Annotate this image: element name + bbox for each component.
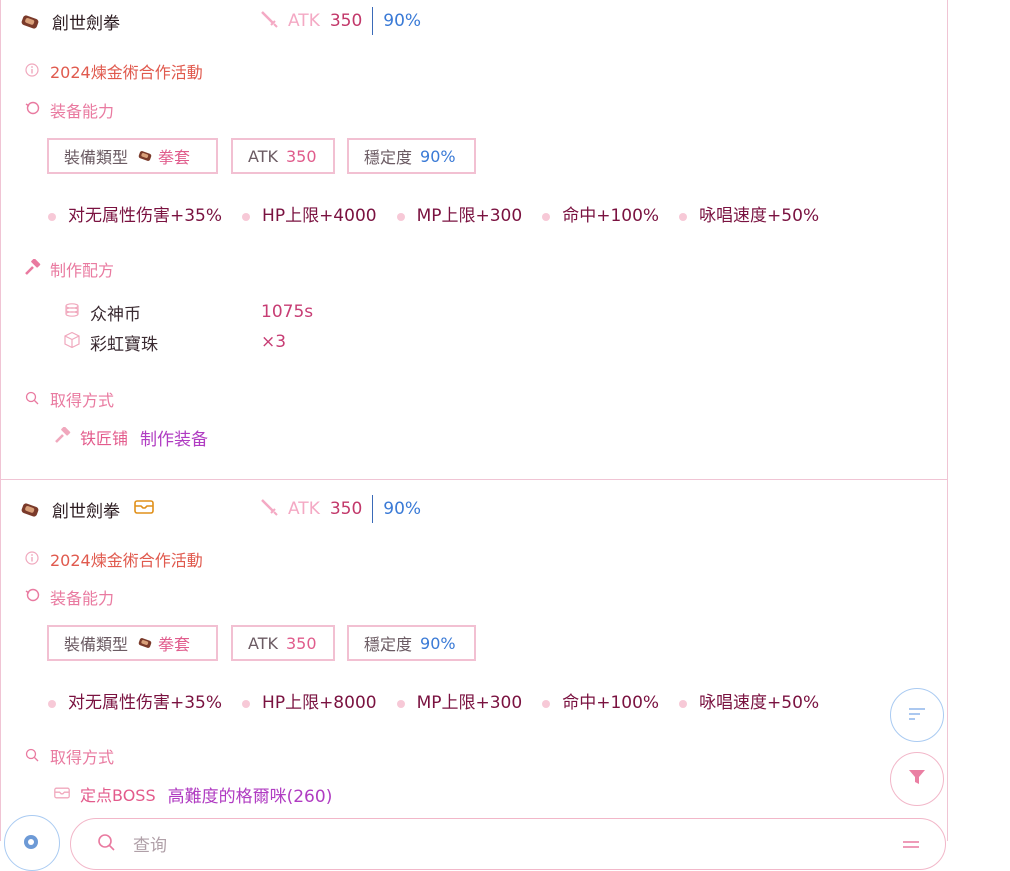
menu-icon[interactable] — [901, 837, 921, 856]
ability-section-title: 装备能力 — [50, 589, 115, 608]
fist-weapon-icon — [138, 634, 152, 653]
hammer-icon — [23, 257, 41, 280]
source-label: 铁匠铺 — [80, 429, 129, 448]
atk-box: ATK 350 — [231, 138, 335, 174]
fist-weapon-icon — [21, 502, 39, 517]
material-value: 1075s — [261, 302, 314, 322]
coins-icon — [63, 302, 81, 322]
stat-item: 命中+100% — [542, 688, 659, 713]
event-tag[interactable]: 2024煉金術合作活動 — [50, 59, 203, 83]
sword-icon — [260, 498, 278, 520]
settings-button[interactable] — [4, 815, 60, 871]
stability-box-value: 90% — [420, 146, 456, 166]
source-link[interactable]: 制作装备 — [140, 425, 208, 450]
source-link[interactable]: 高難度的格爾咪(260) — [168, 782, 333, 807]
stat-item: 咏唱速度+50% — [679, 688, 819, 713]
event-tag[interactable]: 2024煉金術合作活動 — [50, 547, 203, 571]
stat-item: HP上限+8000 — [242, 688, 377, 713]
atk-value: 350 — [329, 11, 363, 31]
item-name[interactable]: 創世劍拳 — [52, 497, 120, 522]
stability-box-label: 穩定度 — [364, 148, 413, 167]
material-value: ×3 — [261, 332, 287, 352]
divider — [372, 7, 374, 35]
stability-box: 穩定度 90% — [347, 138, 476, 174]
recipe-section-title: 制作配方 — [50, 261, 115, 280]
search-icon — [23, 747, 41, 766]
type-value: 拳套 — [158, 635, 191, 654]
atk-label: ATK — [288, 11, 320, 31]
item-name[interactable]: 創世劍拳 — [52, 9, 120, 34]
type-value: 拳套 — [158, 148, 191, 167]
fist-weapon-icon — [21, 14, 39, 29]
atk-box-value: 350 — [285, 146, 317, 166]
atk-box: ATK 350 — [231, 625, 335, 661]
search-bar[interactable]: 查询 — [70, 818, 946, 870]
stability-box-value: 90% — [420, 633, 456, 653]
source-label: 定点BOSS — [80, 786, 156, 805]
stability-box: 穩定度 90% — [347, 625, 476, 661]
search-icon — [23, 390, 41, 409]
search-icon — [97, 833, 115, 855]
ability-icon — [23, 587, 41, 607]
search-input[interactable]: 查询 — [133, 831, 167, 856]
stat-list: 对无属性伤害+35% HP上限+8000 MP上限+300 命中+100% 咏唱… — [48, 687, 839, 713]
hammer-icon — [53, 425, 71, 448]
type-label: 裝備類型 — [64, 635, 129, 654]
sort-button[interactable] — [890, 688, 944, 742]
material-name: 众神币 — [90, 304, 141, 325]
stat-item: 命中+100% — [542, 201, 659, 226]
stability-value: 90% — [383, 11, 422, 31]
ability-icon — [23, 100, 41, 120]
atk-box-label: ATK — [248, 146, 278, 166]
cube-icon — [63, 331, 81, 353]
sword-icon — [260, 10, 278, 32]
info-icon — [23, 550, 41, 569]
stat-list: 对无属性伤害+35% HP上限+4000 MP上限+300 命中+100% 咏唱… — [48, 200, 839, 226]
atk-value: 350 — [329, 499, 363, 519]
stat-item: MP上限+300 — [396, 688, 522, 713]
stat-item: 对无属性伤害+35% — [48, 688, 222, 713]
filter-icon — [907, 767, 927, 791]
type-box: 裝備類型 拳套 — [47, 625, 218, 661]
gear-icon — [19, 830, 43, 858]
atk-box-value: 350 — [285, 633, 317, 653]
stability-box-label: 穩定度 — [364, 635, 413, 654]
info-icon — [23, 62, 41, 81]
stat-item: MP上限+300 — [396, 201, 522, 226]
atk-box-label: ATK — [248, 633, 278, 653]
ability-section-title: 装备能力 — [50, 102, 115, 121]
material-name: 彩虹寶珠 — [90, 334, 158, 355]
source-section-title: 取得方式 — [50, 391, 115, 410]
stability-value: 90% — [383, 499, 422, 519]
divider — [372, 495, 374, 523]
stat-item: HP上限+4000 — [242, 201, 377, 226]
mailbox-icon — [53, 785, 71, 804]
stat-item: 咏唱速度+50% — [679, 201, 819, 226]
fist-weapon-icon — [138, 147, 152, 166]
stat-item: 对无属性伤害+35% — [48, 201, 222, 226]
mailbox-icon — [134, 499, 154, 519]
filter-button[interactable] — [890, 752, 944, 806]
type-box: 裝備類型 拳套 — [47, 138, 218, 174]
card-divider — [1, 479, 948, 480]
sort-icon — [907, 706, 927, 725]
type-label: 裝備類型 — [64, 148, 129, 167]
item-list-page: 創世劍拳 ATK 350 90% 2024煉金術合作活動 装备能力 裝備類型 拳… — [0, 0, 948, 841]
atk-label: ATK — [288, 499, 320, 519]
source-section-title: 取得方式 — [50, 748, 115, 767]
